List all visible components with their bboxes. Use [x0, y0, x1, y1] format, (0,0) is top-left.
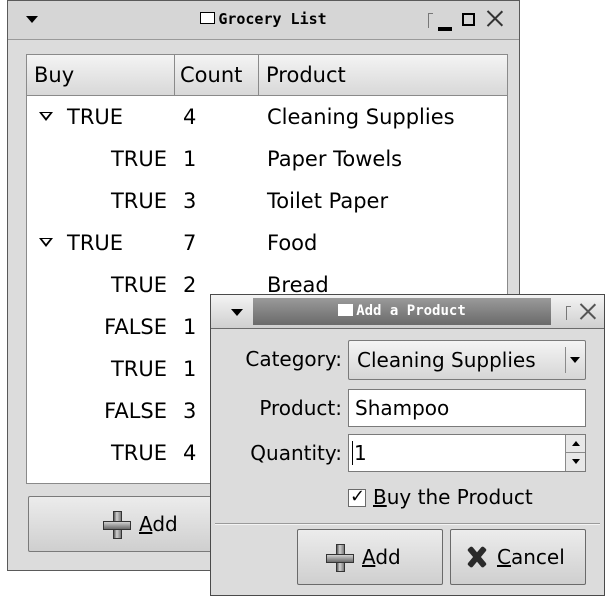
product-input[interactable] — [348, 389, 586, 427]
add-product-dialog: Add a Product Category: Cleaning Supplie… — [210, 294, 605, 596]
dialog-separator — [215, 523, 600, 525]
cell-product: Food — [267, 231, 318, 255]
cell-buy: TRUE — [110, 189, 167, 213]
dialog-title-group: Add a Product — [253, 303, 551, 319]
tree-header: Buy Count Product — [27, 55, 507, 96]
cell-buy: TRUE — [110, 441, 167, 465]
dialog-menu-icon[interactable] — [231, 309, 243, 316]
close-icon[interactable] — [484, 7, 506, 29]
cell-count: 4 — [183, 105, 197, 129]
cell-count: 7 — [183, 231, 197, 255]
quantity-value: 1 — [354, 441, 367, 465]
cell-count: 3 — [183, 189, 197, 213]
cell-buy: FALSE — [104, 315, 167, 339]
dialog-add-button-label: Add — [362, 545, 401, 569]
spin-buttons — [565, 435, 585, 471]
column-header-count[interactable]: Count — [175, 55, 259, 96]
expander-icon[interactable] — [39, 238, 53, 247]
buy-product-label[interactable]: Buy the Product — [373, 485, 533, 509]
cell-buy: TRUE — [110, 357, 167, 381]
quantity-spinbutton[interactable]: 1 — [348, 434, 586, 472]
spin-down-icon[interactable] — [566, 453, 585, 471]
cell-count: 1 — [183, 357, 197, 381]
tree-row[interactable]: TRUE 7 Food — [27, 224, 507, 266]
add-icon — [324, 542, 356, 574]
minimize-icon[interactable] — [438, 27, 452, 31]
window-title: Grocery List — [218, 10, 327, 28]
tree-row[interactable]: TRUE 4 Cleaning Supplies — [27, 98, 507, 140]
cell-count: 4 — [183, 441, 197, 465]
dialog-close-icon[interactable] — [577, 300, 599, 322]
cell-count: 3 — [183, 399, 197, 423]
category-label: Category: — [245, 347, 342, 371]
cell-buy: TRUE — [67, 105, 124, 129]
dialog-cancel-button-label: Cancel — [497, 545, 565, 569]
cell-buy: FALSE — [104, 399, 167, 423]
dialog-add-button[interactable]: Add — [297, 529, 443, 585]
cell-product: Paper Towels — [267, 147, 403, 171]
cell-buy: TRUE — [110, 147, 167, 171]
category-combobox[interactable]: Cleaning Supplies — [348, 340, 586, 380]
maximize-icon[interactable] — [462, 13, 475, 26]
dialog-shade-icon[interactable] — [566, 306, 571, 320]
combo-separator — [565, 347, 566, 373]
cell-count: 2 — [183, 273, 197, 297]
dialog-app-icon — [338, 303, 354, 316]
buy-product-checkbox[interactable]: ✓ — [348, 486, 366, 507]
dialog-titlebar[interactable]: Add a Product — [211, 295, 604, 329]
text-cursor — [352, 441, 353, 465]
window-titlebar[interactable]: Grocery List — [8, 1, 519, 40]
category-value: Cleaning Supplies — [357, 348, 536, 372]
cell-count: 1 — [183, 315, 197, 339]
tree-row[interactable]: TRUE 3 Toilet Paper — [27, 182, 507, 224]
chevron-down-icon[interactable] — [570, 357, 580, 363]
dialog-title: Add a Product — [356, 303, 466, 319]
add-icon — [101, 509, 133, 541]
cancel-icon — [465, 544, 489, 570]
quantity-label: Quantity: — [250, 441, 342, 465]
cell-buy: TRUE — [110, 273, 167, 297]
column-header-buy[interactable]: Buy — [27, 55, 175, 96]
column-header-product[interactable]: Product — [259, 55, 507, 96]
checkmark-icon: ✓ — [350, 486, 366, 507]
cell-product: Cleaning Supplies — [267, 105, 455, 129]
tree-row[interactable]: TRUE 1 Paper Towels — [27, 140, 507, 182]
window-title-group: Grocery List — [8, 10, 519, 28]
add-button-label: Add — [139, 512, 178, 536]
cell-product: Toilet Paper — [267, 189, 389, 213]
cell-buy: TRUE — [67, 231, 124, 255]
cell-count: 1 — [183, 147, 197, 171]
dialog-cancel-button[interactable]: Cancel — [450, 529, 586, 585]
expander-icon[interactable] — [39, 112, 53, 121]
shade-icon[interactable] — [428, 13, 433, 28]
product-label: Product: — [259, 396, 342, 420]
window-app-icon — [200, 12, 216, 24]
spin-up-icon[interactable] — [566, 435, 585, 453]
